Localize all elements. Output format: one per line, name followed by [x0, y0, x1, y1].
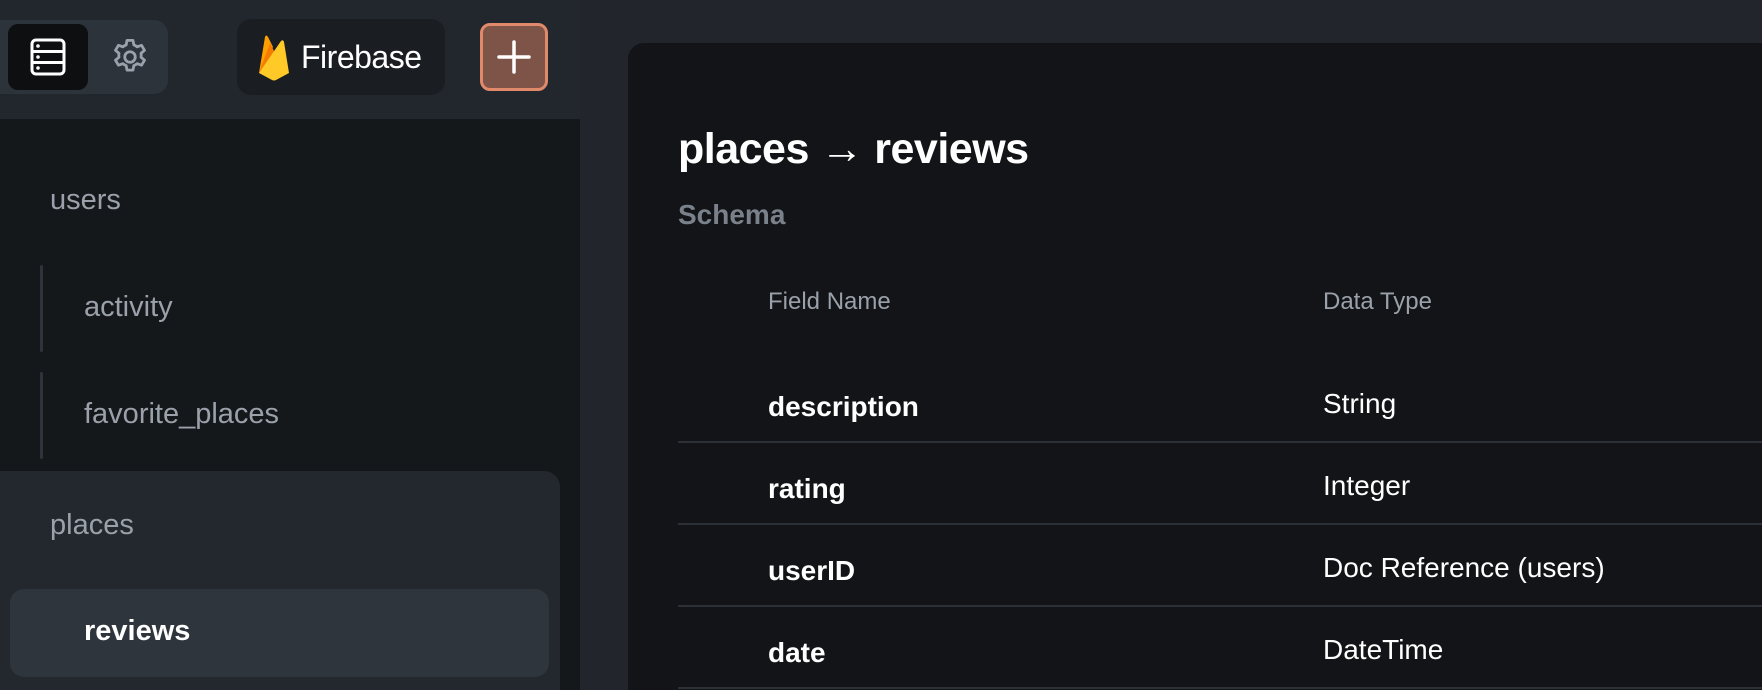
firebase-badge[interactable]: Firebase	[237, 19, 445, 95]
schema-table: description String rating Integer userID…	[678, 361, 1762, 689]
tree-item-places[interactable]: places	[50, 509, 134, 542]
column-header-field-name: Field Name	[768, 288, 891, 315]
data-type-cell: String	[1323, 388, 1397, 419]
add-button[interactable]	[480, 23, 548, 91]
tree-branch-line	[40, 372, 43, 459]
sidebar: Firebase users activity favorite_places …	[0, 0, 580, 690]
database-icon	[30, 38, 66, 76]
database-view-button[interactable]	[8, 24, 88, 90]
table-row[interactable]: rating Integer	[678, 443, 1762, 525]
field-name-cell: userID	[768, 555, 856, 586]
view-toggle	[0, 20, 168, 94]
table-row[interactable]: userID Doc Reference (users)	[678, 525, 1762, 607]
tree-item-users[interactable]: users	[50, 184, 121, 217]
data-type-cell: Doc Reference (users)	[1323, 552, 1605, 583]
tree-branch-line	[40, 265, 43, 352]
tree-item-reviews-label: reviews	[84, 615, 191, 647]
tree-item-favorite-places[interactable]: favorite_places	[84, 398, 279, 431]
gear-icon	[114, 38, 146, 72]
field-name-cell: rating	[768, 473, 846, 504]
field-name-cell: date	[768, 637, 826, 668]
field-name-cell: description	[768, 391, 919, 422]
firebase-flame-icon	[259, 35, 289, 81]
settings-view-button[interactable]	[90, 24, 170, 90]
column-header-data-type: Data Type	[1323, 288, 1432, 315]
sidebar-toolbar: Firebase	[0, 0, 580, 119]
page-title: places → reviews	[678, 125, 1029, 173]
plus-icon	[497, 40, 531, 74]
schema-panel: places → reviews Schema Field Name Data …	[628, 43, 1762, 690]
app-window: Firebase users activity favorite_places …	[0, 0, 1762, 690]
data-type-cell: Integer	[1323, 470, 1411, 501]
tree-item-activity[interactable]: activity	[84, 291, 173, 324]
data-type-cell: DateTime	[1323, 634, 1444, 665]
brand-label: Firebase	[301, 38, 422, 75]
tree-group-places: places reviews	[0, 471, 560, 690]
table-row[interactable]: description String	[678, 361, 1762, 443]
tree-item-reviews[interactable]: reviews	[10, 589, 549, 677]
table-row[interactable]: date DateTime	[678, 607, 1762, 689]
section-label: Schema	[678, 199, 786, 230]
